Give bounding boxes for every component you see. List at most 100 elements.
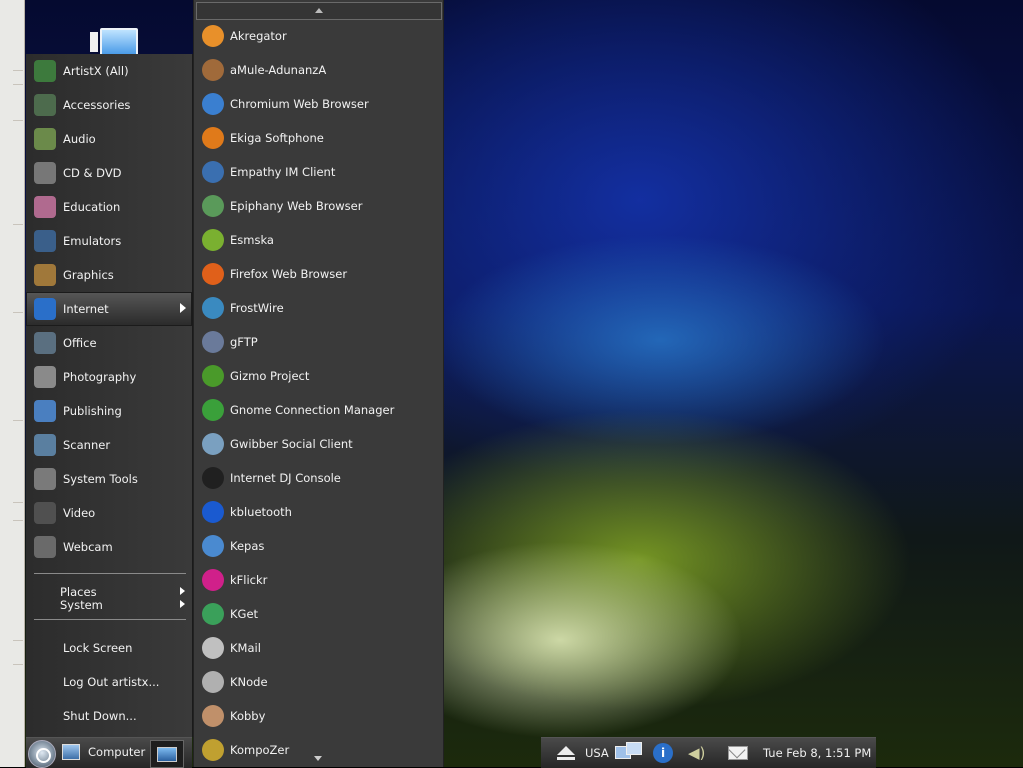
eject-icon[interactable] xyxy=(557,746,575,755)
category-cd-dvd[interactable]: CD & DVD xyxy=(26,156,192,190)
background-window-edge xyxy=(0,0,25,767)
app-label: Empathy IM Client xyxy=(230,165,336,179)
chromium-icon xyxy=(202,93,224,115)
app-item[interactable]: Gwibber Social Client xyxy=(194,427,443,461)
category-publishing[interactable]: Publishing xyxy=(26,394,192,428)
gwibber-icon xyxy=(202,433,224,455)
category-system-tools[interactable]: System Tools xyxy=(26,462,192,496)
education-icon xyxy=(34,196,56,218)
main-menu-button[interactable] xyxy=(28,740,56,768)
app-item[interactable]: kFlickr xyxy=(194,563,443,597)
app-label: Gizmo Project xyxy=(230,369,310,383)
app-label: KompoZer xyxy=(230,743,290,757)
gftp-icon xyxy=(202,331,224,353)
app-item[interactable]: Chromium Web Browser xyxy=(194,87,443,121)
app-item[interactable]: Esmska xyxy=(194,223,443,257)
app-item[interactable]: Ekiga Softphone xyxy=(194,121,443,155)
app-item[interactable]: Internet DJ Console xyxy=(194,461,443,495)
emulators-icon xyxy=(34,230,56,252)
app-label: Chromium Web Browser xyxy=(230,97,369,111)
kget-icon xyxy=(202,603,224,625)
app-item[interactable]: FrostWire xyxy=(194,291,443,325)
menu-separator xyxy=(34,619,186,620)
app-label: KNode xyxy=(230,675,268,689)
app-item[interactable]: Akregator xyxy=(194,19,443,53)
app-label: KMail xyxy=(230,641,261,655)
internet-icon xyxy=(34,298,56,320)
eject-bar xyxy=(557,757,575,760)
category-emulators[interactable]: Emulators xyxy=(26,224,192,258)
submenu-arrow-icon xyxy=(180,303,186,313)
category-label: Emulators xyxy=(63,234,122,248)
firefox-icon xyxy=(202,263,224,285)
show-desktop-button[interactable] xyxy=(150,740,184,768)
app-item[interactable]: KMail xyxy=(194,631,443,665)
category-office[interactable]: Office xyxy=(26,326,192,360)
app-item[interactable]: KompoZer xyxy=(194,733,443,767)
category-scanner[interactable]: Scanner xyxy=(26,428,192,462)
category-accessories[interactable]: Accessories xyxy=(26,88,192,122)
app-item[interactable]: kbluetooth xyxy=(194,495,443,529)
app-label: Kobby xyxy=(230,709,266,723)
graphics-icon xyxy=(34,264,56,286)
kmail-icon xyxy=(202,637,224,659)
scroll-up-button[interactable] xyxy=(196,2,442,20)
computer-label: Computer xyxy=(88,745,146,759)
scroll-down-icon[interactable] xyxy=(314,756,322,761)
app-label: Epiphany Web Browser xyxy=(230,199,363,213)
category-webcam[interactable]: Webcam xyxy=(26,530,192,564)
category-label: ArtistX (All) xyxy=(63,64,129,78)
category-audio[interactable]: Audio xyxy=(26,122,192,156)
system-tools-icon xyxy=(34,468,56,490)
keyboard-layout-indicator[interactable]: USA xyxy=(585,746,609,760)
webcam-icon xyxy=(34,536,56,558)
gnome-connection-icon xyxy=(202,399,224,421)
desktop-computer-icon[interactable] xyxy=(90,26,138,56)
app-item[interactable]: Gizmo Project xyxy=(194,359,443,393)
app-item[interactable]: Gnome Connection Manager xyxy=(194,393,443,427)
mail-icon[interactable] xyxy=(728,746,748,760)
app-item[interactable]: gFTP xyxy=(194,325,443,359)
app-item[interactable]: Kepas xyxy=(194,529,443,563)
category-video[interactable]: Video xyxy=(26,496,192,530)
system-menu-item[interactable]: System xyxy=(60,598,103,612)
category-label: Audio xyxy=(63,132,96,146)
akregator-icon xyxy=(202,25,224,47)
category-artistx-all[interactable]: ArtistX (All) xyxy=(26,54,192,88)
clock[interactable]: Tue Feb 8, 1:51 PM xyxy=(763,746,871,760)
shut-down-item[interactable]: Shut Down... xyxy=(63,709,137,723)
category-label: Education xyxy=(63,200,121,214)
app-item[interactable]: aMule-AdunanzA xyxy=(194,53,443,87)
category-label: Graphics xyxy=(63,268,114,282)
app-item[interactable]: Epiphany Web Browser xyxy=(194,189,443,223)
kobby-icon xyxy=(202,705,224,727)
frostwire-icon xyxy=(202,297,224,319)
main-menu: ArtistX (All) Accessories Audio CD & DVD Edu… xyxy=(26,54,193,737)
system-tray: USA i ◀) Tue Feb 8, 1:51 PM xyxy=(541,737,876,768)
computer-launcher[interactable]: Computer xyxy=(62,744,145,760)
category-label: Video xyxy=(63,506,96,520)
category-label: Scanner xyxy=(63,438,111,452)
kompozer-icon xyxy=(202,739,224,761)
log-out-item[interactable]: Log Out artistx... xyxy=(63,675,159,689)
menu-separator xyxy=(34,573,186,574)
lock-screen-item[interactable]: Lock Screen xyxy=(63,641,132,655)
category-graphics[interactable]: Graphics xyxy=(26,258,192,292)
accessibility-icon[interactable]: i xyxy=(653,743,673,763)
volume-icon[interactable]: ◀) xyxy=(688,744,705,762)
app-label: Gnome Connection Manager xyxy=(230,403,395,417)
epiphany-icon xyxy=(202,195,224,217)
category-education[interactable]: Education xyxy=(26,190,192,224)
category-internet[interactable]: Internet xyxy=(26,292,192,326)
network-icon[interactable] xyxy=(615,742,642,764)
places-menu-item[interactable]: Places xyxy=(60,585,97,599)
video-icon xyxy=(34,502,56,524)
app-item[interactable]: Firefox Web Browser xyxy=(194,257,443,291)
app-item[interactable]: Kobby xyxy=(194,699,443,733)
app-item[interactable]: KNode xyxy=(194,665,443,699)
app-item[interactable]: KGet xyxy=(194,597,443,631)
category-label: Office xyxy=(63,336,97,350)
show-desktop-icon xyxy=(157,746,177,762)
category-photography[interactable]: Photography xyxy=(26,360,192,394)
app-item[interactable]: Empathy IM Client xyxy=(194,155,443,189)
